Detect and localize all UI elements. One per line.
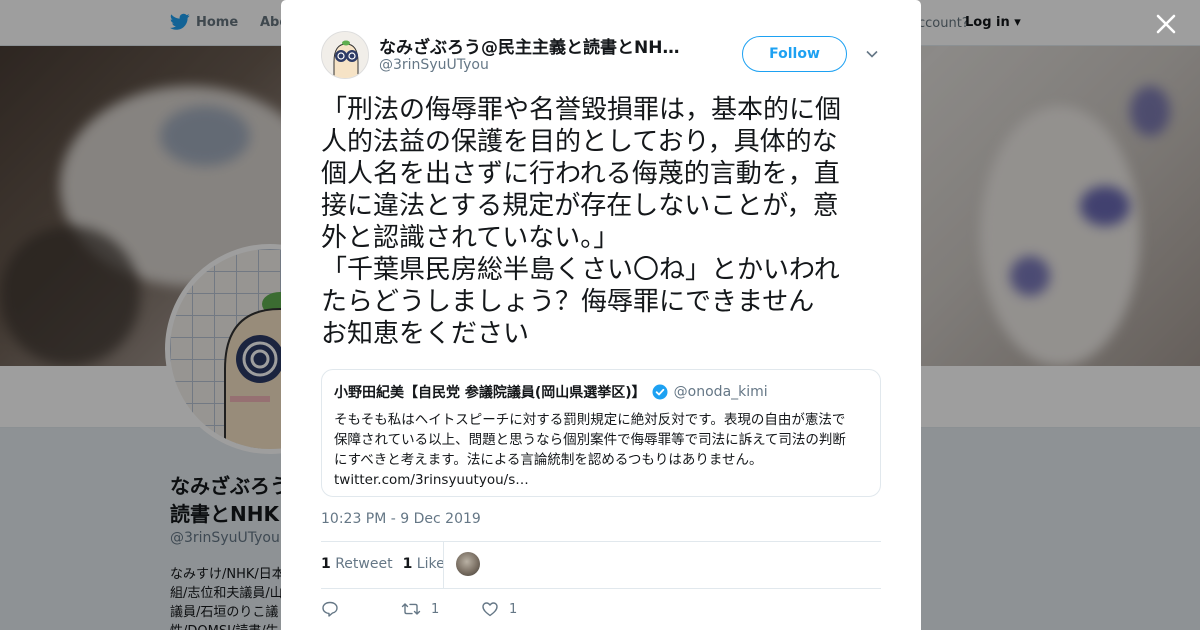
tweet-text-line: 「千葉県民房総半島くさい〇ね」とかいわれ (321, 255, 840, 285)
reply-icon (322, 601, 338, 617)
verified-badge-icon (652, 384, 668, 400)
tweet-text-line: 人的法益の保護を目的としており，具体的な (321, 127, 838, 157)
tweet-stats: 1 Retweet 1 Like (321, 556, 445, 572)
like-stat[interactable]: 1 Like (403, 556, 445, 572)
retweet-stat-label: Retweet (335, 556, 393, 572)
heart-icon (482, 602, 498, 617)
stats-divider-bottom (321, 588, 881, 589)
quoted-text-line: にすべきと考えます。法による言論統制を認めるつもりはありません。 (334, 452, 763, 468)
quoted-author-handle: @onoda_kimi (673, 384, 768, 400)
tweet-text-line: 個人名を出さずに行われる侮蔑的言動を，直 (321, 159, 840, 189)
like-stat-label: Like (416, 556, 445, 572)
author-name[interactable]: なみざぶろう@民主主義と読書とNH… (379, 33, 699, 58)
tweet-text-line: たらどうしましょう？侮辱罪にできません (321, 287, 815, 317)
retweet-stat[interactable]: 1 Retweet (321, 556, 393, 572)
tweet-permalink-modal: なみざぶろう@民主主義と読書とNH… @3rinSyuUTyou Follow … (281, 0, 921, 630)
quoted-tweet[interactable]: 小野田紀美【自民党 参議院議員(岡山県選挙区)】 @onoda_kimi そもそ… (321, 369, 881, 497)
follow-button[interactable]: Follow (742, 36, 847, 72)
like-action-count: 1 (509, 601, 518, 617)
tweet-text-line: 接に違法とする規定が存在しないことが，意 (321, 191, 839, 221)
follow-label: Follow (769, 46, 820, 62)
close-icon[interactable] (1154, 12, 1178, 36)
quoted-tweet-header: 小野田紀美【自民党 参議院議員(岡山県選挙区)】 @onoda_kimi (334, 382, 868, 402)
tweet-text-line: 「刑法の侮辱罪や名誉毀損罪は，基本的に個 (321, 95, 842, 125)
liker-avatar[interactable] (456, 552, 480, 576)
stats-divider-top (321, 541, 881, 542)
like-action[interactable]: 1 (481, 600, 561, 618)
retweet-action[interactable]: 1 (401, 600, 481, 618)
retweet-count: 1 (321, 556, 331, 572)
quoted-text-line: そもそも私はヘイトスピーチに対する罰則規定に絶対反対です。表現の自由が憲法で (334, 412, 846, 428)
reply-action[interactable] (321, 600, 401, 618)
chevron-down-icon[interactable] (865, 47, 879, 61)
tweet-timestamp[interactable]: 10:23 PM - 9 Dec 2019 (321, 511, 481, 527)
author-handle[interactable]: @3rinSyuUTyou (379, 57, 489, 73)
quoted-text-line: 保障されている以上、問題と思うなら個別案件で侮辱罪等で司法に訴えて司法の判断 (334, 432, 846, 448)
tweet-text: 「刑法の侮辱罪や名誉毀損罪は，基本的に個 人的法益の保護を目的としており，具体的… (321, 94, 883, 350)
retweet-icon (401, 603, 421, 615)
quoted-author-name: 小野田紀美【自民党 参議院議員(岡山県選挙区)】 (334, 385, 646, 401)
retweet-action-count: 1 (431, 601, 440, 617)
stats-separator (443, 541, 444, 588)
tweet-actions: 1 1 (321, 600, 561, 618)
quoted-tweet-link[interactable]: twitter.com/3rinsyuutyou/s… (334, 470, 870, 490)
author-avatar[interactable] (321, 31, 369, 79)
tweet-text-line: お知恵をください (321, 319, 530, 349)
author-avatar-illustration (322, 32, 368, 78)
tweet-text-line: 外と認識されていない。」 (321, 223, 620, 253)
like-count: 1 (402, 556, 413, 572)
quoted-tweet-text: そもそも私はヘイトスピーチに対する罰則規定に絶対反対です。表現の自由が憲法で 保… (334, 410, 870, 490)
